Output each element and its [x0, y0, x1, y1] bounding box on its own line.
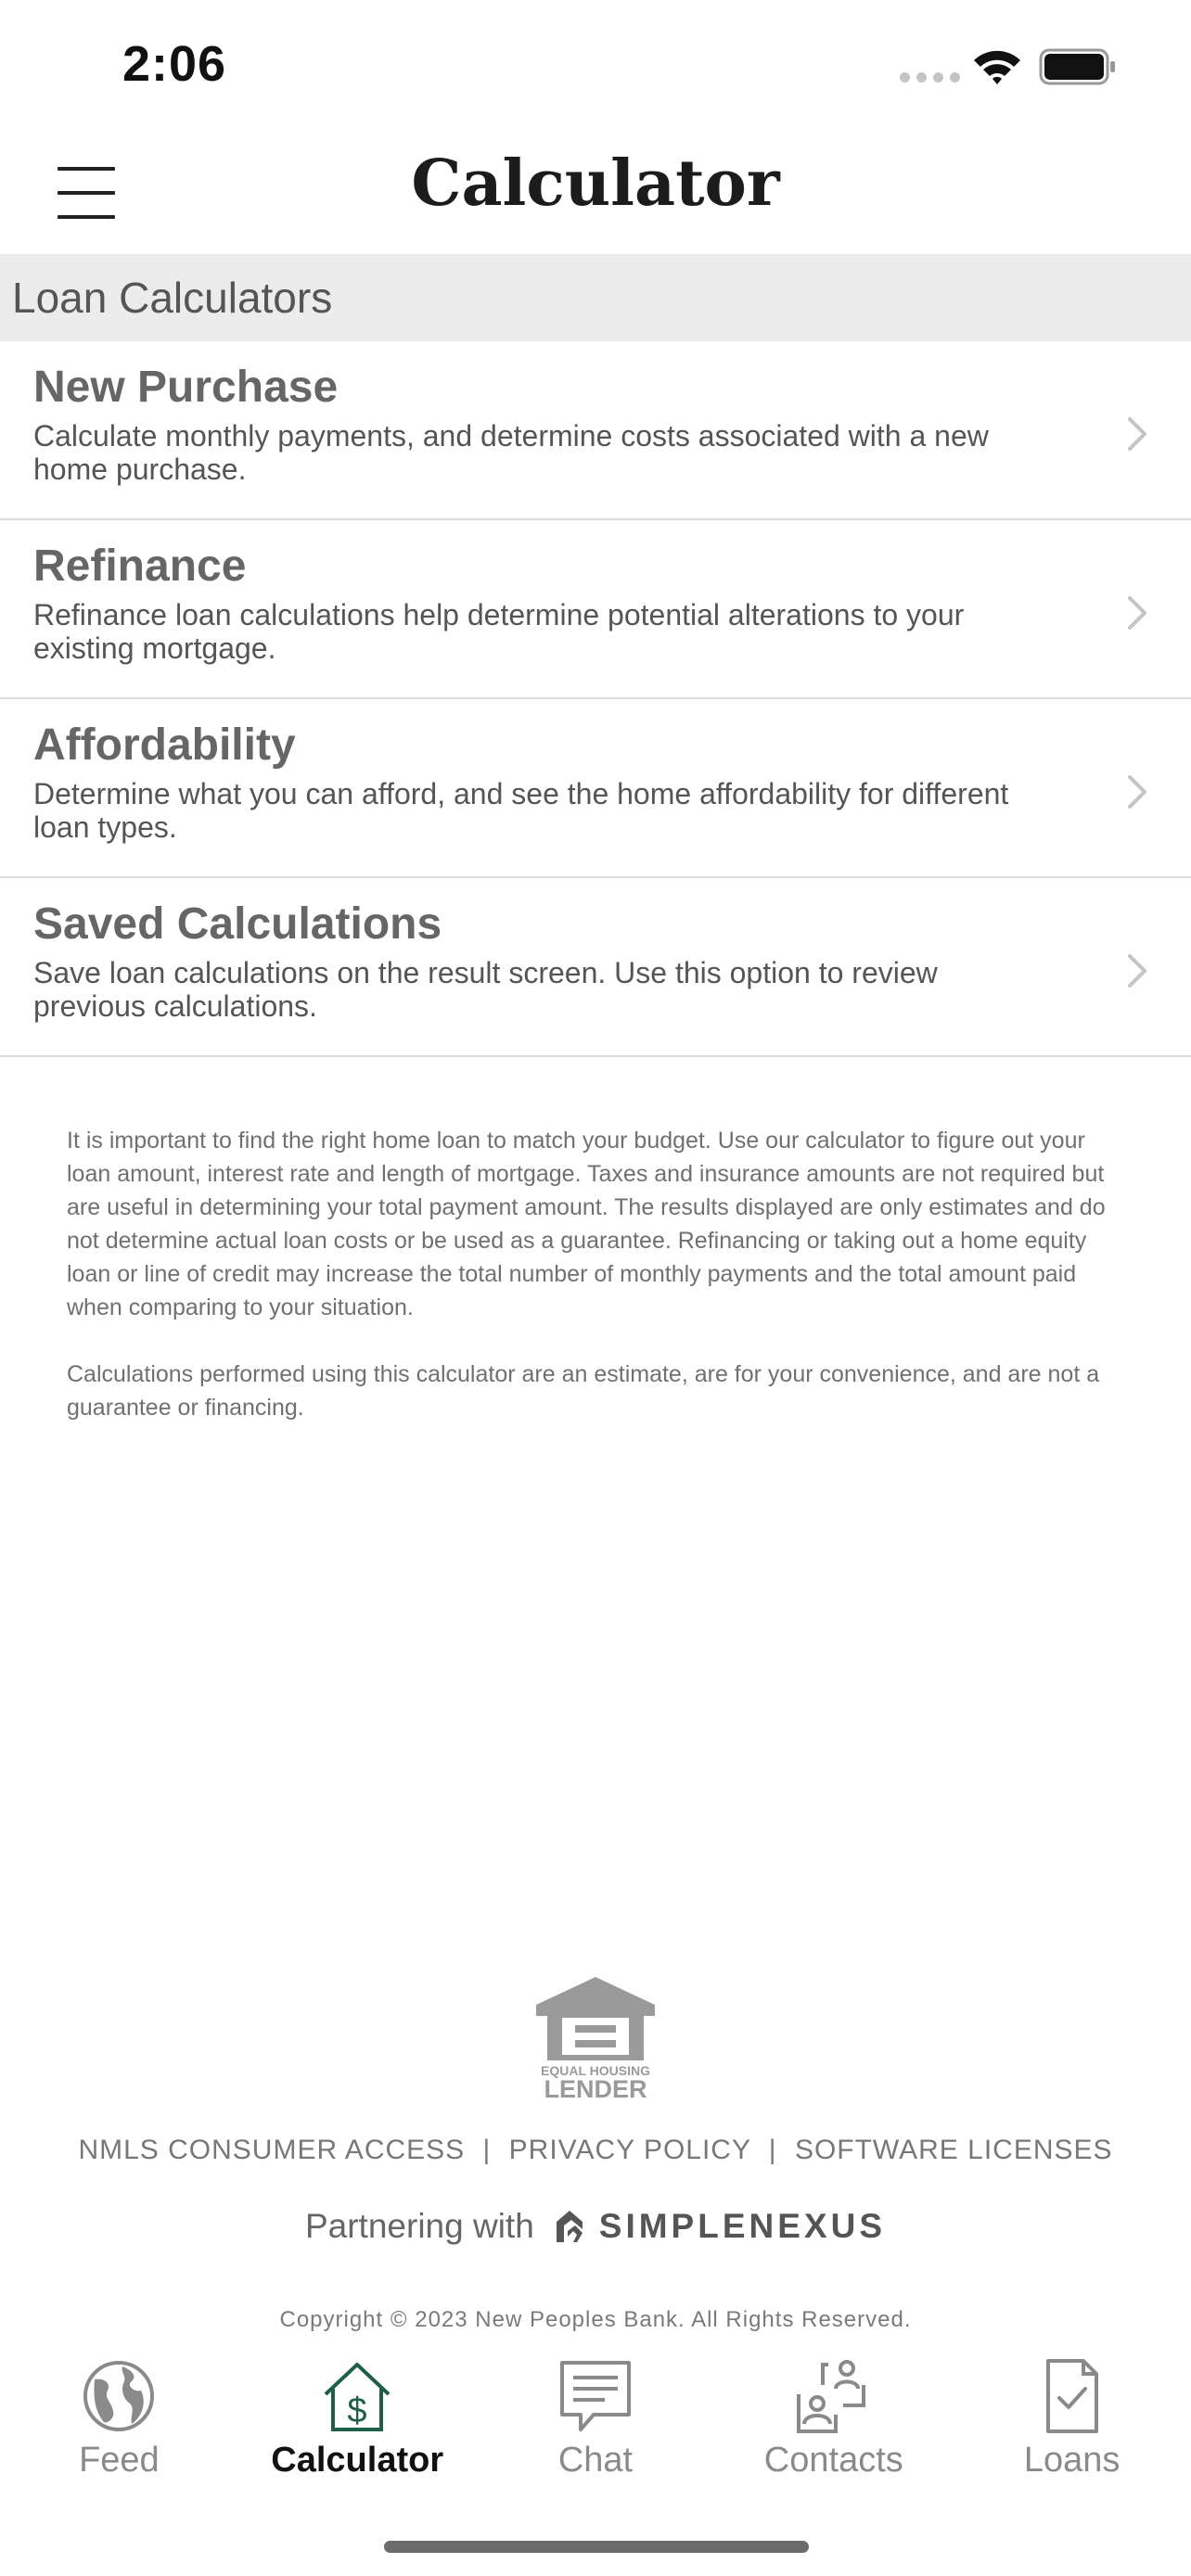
tab-feed[interactable]: Feed: [0, 2352, 238, 2491]
simplenexus-logo: SIMPLENEXUS: [553, 2207, 886, 2246]
partner-name: SIMPLENEXUS: [598, 2207, 886, 2245]
item-description: Refinance loan calculations help determi…: [33, 598, 965, 665]
house-dollar-icon: $: [324, 2363, 391, 2431]
battery-icon: [1039, 48, 1115, 85]
chevron-right-icon: [1128, 775, 1146, 809]
navigation-header: Calculator: [0, 130, 1191, 254]
section-title: Loan Calculators: [12, 274, 333, 322]
footer-separator: |: [482, 2135, 492, 2165]
item-title: Refinance: [33, 542, 247, 591]
calculator-list: New Purchase Calculate monthly payments,…: [0, 341, 1191, 1057]
contacts-icon: [796, 2360, 865, 2433]
tab-loans[interactable]: Loans: [953, 2352, 1191, 2491]
disclaimer: It is important to find the right home l…: [67, 1124, 1124, 1458]
disclaimer-paragraph: Calculations performed using this calcul…: [67, 1361, 1100, 1421]
copyright: Copyright © 2023 New Peoples Bank. All R…: [279, 2307, 912, 2332]
item-title: Saved Calculations: [33, 899, 442, 949]
item-title: New Purchase: [33, 363, 339, 412]
tab-bar: Feed $ Calculator Chat Contacts Loans: [0, 2352, 1191, 2491]
privacy-policy-link[interactable]: PRIVACY POLICY: [509, 2135, 751, 2165]
partnering-text: Partnering with: [304, 2207, 534, 2245]
section-header: Loan Calculators: [0, 254, 1191, 341]
cellular-signal-icon: [900, 72, 960, 83]
chat-icon: [559, 2361, 631, 2431]
equal-housing-lender-logo: EQUAL HOUSING LENDER: [536, 1977, 655, 2101]
globe-icon: [83, 2361, 155, 2431]
footer-separator: |: [768, 2135, 777, 2165]
tab-label: Contacts: [763, 2441, 903, 2480]
document-check-icon: [1045, 2359, 1098, 2433]
simplenexus-mark-icon: [556, 2211, 583, 2242]
tab-label: Chat: [557, 2441, 634, 2480]
status-bar: 2:06: [0, 0, 1191, 130]
tab-label: Loans: [1023, 2441, 1121, 2480]
partnering-row: Partnering with SIMPLENEXUS: [0, 2207, 1191, 2246]
tab-label: Feed: [79, 2441, 160, 2480]
status-time: 2:06: [122, 36, 227, 92]
tab-calculator[interactable]: $ Calculator: [238, 2352, 477, 2491]
nmls-consumer-access-link[interactable]: NMLS CONSUMER ACCESS: [78, 2135, 465, 2165]
item-description: Determine what you can afford, and see t…: [33, 777, 1009, 844]
chevron-right-icon: [1128, 596, 1146, 630]
svg-text:$: $: [348, 2391, 367, 2430]
calculator-item-affordability[interactable]: Affordability Determine what you can aff…: [0, 699, 1191, 878]
home-indicator[interactable]: [384, 2541, 809, 2553]
item-description: Save loan calculations on the result scr…: [33, 956, 938, 1023]
calculator-item-saved-calculations[interactable]: Saved Calculations Save loan calculation…: [0, 878, 1191, 1057]
page-title: Calculator: [411, 147, 780, 221]
tab-contacts[interactable]: Contacts: [714, 2352, 953, 2491]
footer-links: NMLS CONSUMER ACCESS | PRIVACY POLICY | …: [0, 2135, 1191, 2166]
item-title: Affordability: [33, 721, 296, 770]
chevron-right-icon: [1128, 954, 1146, 988]
item-description: Calculate monthly payments, and determin…: [33, 419, 989, 486]
chevron-right-icon: [1128, 417, 1146, 451]
calculator-item-new-purchase[interactable]: New Purchase Calculate monthly payments,…: [0, 341, 1191, 520]
calculator-item-refinance[interactable]: Refinance Refinance loan calculations he…: [0, 520, 1191, 699]
tab-label: Calculator: [271, 2441, 444, 2480]
tab-chat[interactable]: Chat: [477, 2352, 715, 2491]
software-licenses-link[interactable]: SOFTWARE LICENSES: [795, 2135, 1113, 2165]
disclaimer-paragraph: It is important to find the right home l…: [67, 1128, 1106, 1320]
ehl-line2: LENDER: [544, 2075, 647, 2101]
wifi-icon: [974, 50, 1020, 84]
